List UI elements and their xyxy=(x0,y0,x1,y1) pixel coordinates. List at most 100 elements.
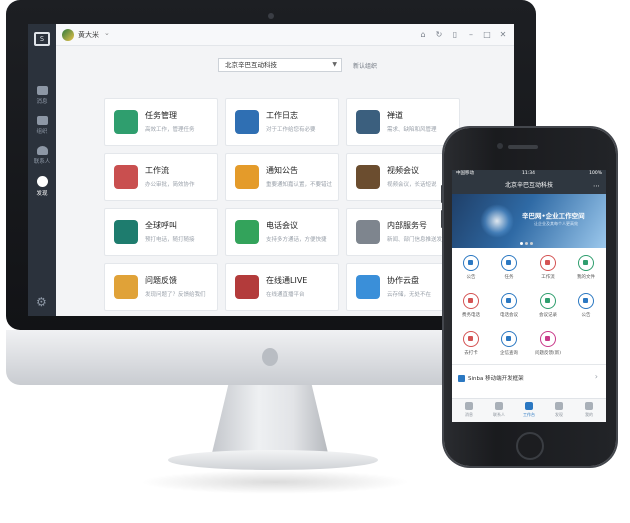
sidebar-item-label: 消息 xyxy=(36,99,48,105)
refresh-icon[interactable]: ↻ xyxy=(434,29,444,40)
promo-banner[interactable]: 辛巴网•企业工作空间 让企业及其每个人更高效 xyxy=(452,194,606,248)
mobile-app-label: 公告 xyxy=(466,275,476,280)
maximize-icon[interactable]: □ xyxy=(482,29,492,40)
app-name: 工作流 xyxy=(145,166,169,175)
app-description: 新闻、部门信息推送发布 xyxy=(387,237,448,243)
sidebar-item-messages[interactable]: 消息 xyxy=(28,86,56,105)
checkin-icon xyxy=(463,331,479,347)
task-icon xyxy=(501,255,517,271)
mobile-app-item[interactable]: 费务电话 xyxy=(452,288,490,324)
apple-logo-icon xyxy=(262,348,278,366)
organization-icon xyxy=(36,116,48,125)
app-logo-icon[interactable]: S xyxy=(34,32,50,46)
phone-icon xyxy=(463,293,479,309)
chevron-right-icon[interactable]: › xyxy=(595,372,598,381)
app-card[interactable]: 工作流办公审批，简效协作 xyxy=(104,153,218,201)
phone-icon xyxy=(235,220,259,244)
carrier-label: 中国移动 xyxy=(456,171,474,176)
app-name: 内部服务号 xyxy=(387,221,427,230)
minimize-icon[interactable]: – xyxy=(466,29,476,40)
monitor-shadow xyxy=(140,470,410,494)
app-card[interactable]: 全球呼叫预打电话，随打随接 xyxy=(104,208,218,256)
mobile-header-title[interactable]: 北京辛巴互动科技 xyxy=(505,182,553,189)
app-description: 在线通直播平台 xyxy=(266,292,305,298)
mobile-app-item[interactable]: 公告 xyxy=(452,250,490,286)
app-name: 问题反馈 xyxy=(145,276,177,285)
mobile-app-item[interactable]: 我的文件 xyxy=(567,250,605,286)
tab-item[interactable]: 联系人 xyxy=(484,402,514,418)
settings-gear-icon[interactable]: ⚙ xyxy=(36,296,48,308)
app-card[interactable]: 任务管理 高效工作，管理任务 xyxy=(104,98,218,146)
tab-label: 联系人 xyxy=(493,412,505,417)
app-card[interactable]: 在线通LIVE 在线通直播平台 xyxy=(225,263,339,311)
feedback-icon xyxy=(114,275,138,299)
new-organization-link[interactable]: 新认组织 xyxy=(353,61,377,70)
mobile-app-item[interactable]: 电话会议 xyxy=(490,288,528,324)
mobile-app-label: 会议记录 xyxy=(539,313,557,318)
tab-item[interactable]: 发现 xyxy=(544,402,574,418)
app-description: 视频会议，长话短说 xyxy=(387,182,437,188)
mobile-app-item[interactable]: 会议记录 xyxy=(529,288,567,324)
monitor-stand-foot xyxy=(168,450,378,470)
app-card[interactable]: 禅道 需求、缺陷和风管理 xyxy=(346,98,460,146)
live-icon xyxy=(235,275,259,299)
workflow-icon xyxy=(114,165,138,189)
app-description: 预打电话，随打随接 xyxy=(145,237,195,243)
sidebar-item-organization[interactable]: 组织 xyxy=(28,116,56,135)
sinba-framework-link[interactable]: Sinba 移动端开发框架 xyxy=(458,374,524,382)
document-icon[interactable]: ▯ xyxy=(450,29,460,40)
app-description: 云存储，无处不在 xyxy=(387,292,432,298)
chevron-down-icon: ▼ xyxy=(332,61,337,68)
sidebar-item-label: 联系人 xyxy=(33,159,51,165)
pagination-dot[interactable] xyxy=(520,242,523,245)
app-name: 全球呼叫 xyxy=(145,221,177,230)
mobile-app-item[interactable]: 公告 xyxy=(567,288,605,324)
window-titlebar: 黄大米 ⌄ ⌂ ↻ ▯ – □ ✕ xyxy=(56,24,514,46)
folder-icon xyxy=(578,255,594,271)
mobile-app-label: 任务 xyxy=(504,275,514,280)
organization-select[interactable]: 北京辛巴互动科技 ▼ xyxy=(218,58,342,72)
close-icon[interactable]: ✕ xyxy=(498,29,508,40)
pagination-dot[interactable] xyxy=(525,242,528,245)
home-icon[interactable]: ⌂ xyxy=(418,29,428,40)
app-name: 电话会议 xyxy=(266,221,298,230)
chat-icon xyxy=(36,86,48,95)
mobile-app-item[interactable]: 工作流 xyxy=(529,250,567,286)
tab-item[interactable]: 消息 xyxy=(454,402,484,418)
app-description: 对于工作给您有必要 xyxy=(266,127,316,133)
sidebar-item-discover[interactable]: 发现 xyxy=(28,176,56,197)
mobile-app-label: 我的文件 xyxy=(577,275,595,280)
mobile-app-item[interactable]: 去打卡 xyxy=(452,326,490,362)
app-name: 工作日志 xyxy=(266,111,298,120)
app-card[interactable]: 工作日志对于工作给您有必要 xyxy=(225,98,339,146)
chevron-down-icon[interactable]: ⌄ xyxy=(104,29,110,37)
more-icon[interactable]: ⋯ xyxy=(593,178,600,194)
phone-home-button[interactable] xyxy=(516,432,544,460)
battery-level: 100% xyxy=(589,171,602,176)
mobile-app-label: 电话会议 xyxy=(500,313,518,318)
app-card[interactable]: 通知公告 重要通知嘉认置，不要错过 xyxy=(225,153,339,201)
app-card[interactable]: 电话会议 支持多方通话，方便快捷 xyxy=(225,208,339,256)
mobile-app-item[interactable]: 任务 xyxy=(490,250,528,286)
mobile-tab-bar: 消息 联系人 工作台 发现 我的 xyxy=(452,398,606,422)
workbench-icon xyxy=(525,402,533,410)
pagination-dot[interactable] xyxy=(530,242,533,245)
tab-item[interactable]: 我的 xyxy=(574,402,604,418)
video-icon xyxy=(356,165,380,189)
desktop-app-window: S 消息 组织 联系人 发现 ⚙ 黄大米 ⌄ ⌂ ↻ ▯ – □ ✕ 北京辛巴互… xyxy=(28,24,514,316)
avatar[interactable] xyxy=(62,29,74,41)
app-description: 办公审批，简效协作 xyxy=(145,182,195,188)
app-description: 高效工作，管理任务 xyxy=(145,127,195,133)
megaphone-icon xyxy=(463,255,479,271)
app-card[interactable]: 问题反馈 发现问题了？反馈给我们 xyxy=(104,263,218,311)
status-bar: 中国移动 11:34 100% xyxy=(452,170,606,178)
tab-label: 消息 xyxy=(465,412,473,417)
mobile-app-item[interactable]: 企信查询 xyxy=(490,326,528,362)
app-card[interactable]: 协作云盘 云存储，无处不在 xyxy=(346,263,460,311)
organization-select-value: 北京辛巴互动科技 xyxy=(225,61,277,69)
user-name[interactable]: 黄大米 xyxy=(78,30,99,40)
mobile-app-label: 公告 xyxy=(581,313,591,318)
mobile-app-item[interactable]: 问题反馈(新) xyxy=(529,326,567,362)
tab-item[interactable]: 工作台 xyxy=(514,402,544,418)
sidebar-item-contacts[interactable]: 联系人 xyxy=(28,146,56,165)
